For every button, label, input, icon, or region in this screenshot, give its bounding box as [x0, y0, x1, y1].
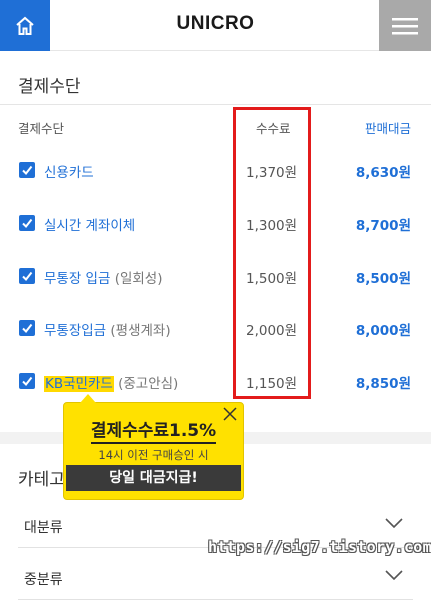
checkmark-icon — [22, 165, 33, 176]
tooltip-banner: 당일 대금지급! — [66, 465, 241, 491]
payment-row: 무통장입금 (평생계좌) 2,000원 8,000원 — [0, 313, 431, 343]
payment-section-title: 결제수단 — [18, 77, 81, 97]
payment-row: KB국민카드 (중고안심) 1,150원 8,850원 — [0, 366, 431, 396]
checkbox[interactable] — [19, 162, 35, 178]
sale-amount: 8,630원 — [355, 165, 411, 181]
method-name: 무통장입금 — [44, 323, 107, 339]
method-subtext: (평생계좌) — [110, 323, 171, 339]
fee-promo-tooltip: 결제수수료1.5% 14시 이전 구매승인 시 당일 대금지급! — [63, 394, 244, 500]
tooltip-subtitle: 14시 이전 구매승인 시 — [98, 448, 209, 462]
checkbox[interactable] — [19, 320, 35, 336]
payment-method-label[interactable]: 무통장입금 (평생계좌) — [44, 319, 171, 339]
method-name-highlighted: KB국민카드 — [44, 376, 114, 392]
method-subtext: (중고안심) — [118, 376, 179, 392]
select-middle-category[interactable]: 중분류 — [18, 563, 413, 593]
select-label: 대분류 — [24, 520, 63, 536]
sale-amount: 8,000원 — [355, 323, 411, 339]
payment-method-label[interactable]: 무통장 입금 (일회성) — [44, 267, 163, 287]
payment-row: 신용카드 1,370원 8,630원 — [0, 155, 431, 185]
select-major-category[interactable]: 대분류 — [18, 511, 413, 541]
sale-amount: 8,700원 — [355, 218, 411, 234]
checkbox[interactable] — [19, 268, 35, 284]
checkmark-icon — [22, 323, 33, 334]
tooltip-title-text: 결제수수료1.5% — [90, 421, 217, 444]
payment-row: 실시간 계좌이체 1,300원 8,700원 — [0, 208, 431, 238]
menu-button[interactable] — [379, 0, 431, 51]
chevron-down-icon — [385, 518, 403, 529]
watermark: https://sig7.tistory.com — [208, 538, 431, 556]
fee-column-highlight-box — [233, 107, 311, 399]
method-subtext: (일회성) — [114, 271, 163, 287]
method-name: 무통장 입금 — [44, 271, 111, 287]
select-divider — [18, 599, 413, 600]
section-divider — [0, 104, 431, 105]
tooltip-title: 결제수수료1.5% — [64, 416, 243, 444]
checkmark-icon — [22, 271, 33, 282]
method-name: 실시간 계좌이체 — [44, 218, 136, 234]
method-name: 신용카드 — [44, 165, 94, 181]
checkmark-icon — [22, 218, 33, 229]
payment-method-label[interactable]: KB국민카드 (중고안심) — [44, 372, 178, 392]
top-header: UNICRO — [0, 0, 431, 51]
payment-method-label[interactable]: 실시간 계좌이체 — [44, 214, 135, 234]
tooltip-arrow — [80, 394, 96, 403]
checkmark-icon — [22, 376, 33, 387]
select-label: 중분류 — [24, 572, 63, 588]
payment-row: 무통장 입금 (일회성) 1,500원 8,500원 — [0, 261, 431, 291]
hamburger-menu-icon — [392, 17, 418, 34]
column-header-sale: 판매대금 — [364, 121, 411, 136]
chevron-down-icon — [385, 570, 403, 581]
sale-amount: 8,500원 — [355, 271, 411, 287]
site-logo[interactable]: UNICRO — [0, 13, 431, 35]
checkbox[interactable] — [19, 373, 35, 389]
column-header-method: 결제수단 — [18, 121, 65, 136]
checkbox[interactable] — [19, 215, 35, 231]
sale-amount: 8,850원 — [355, 376, 411, 392]
payment-method-label[interactable]: 신용카드 — [44, 161, 94, 181]
